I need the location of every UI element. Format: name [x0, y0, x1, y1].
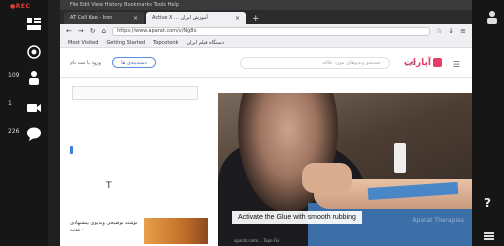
download-icon[interactable]: ↓: [448, 27, 454, 35]
video-caption: Activate the Glue with smooth rubbing: [232, 211, 362, 224]
tab-strip: AT Cell Kee - Iron × Active X ... آموزش …: [60, 10, 472, 24]
suggested-video-thumbnail[interactable]: [144, 218, 208, 244]
participants-count: 109: [8, 72, 20, 79]
browser-window: File Edit View History Bookmarks Tools H…: [60, 0, 472, 246]
bookmarks-bar: Most Visited Getting Started Topcotonk د…: [60, 38, 472, 48]
new-tab-button[interactable]: +: [248, 14, 264, 24]
bookmark-star-icon[interactable]: ☆: [436, 27, 442, 35]
grid-icon[interactable]: [484, 232, 494, 240]
search-input[interactable]: جستجو ویدیوهای مورد علاقه: [240, 57, 390, 69]
category-button[interactable]: دسته‌بندی ها: [112, 57, 156, 68]
tab-1-label: AT Cell Kee - Iron: [70, 15, 113, 21]
video-bottle: [394, 143, 406, 173]
participants-icon[interactable]: [26, 70, 42, 86]
back-icon[interactable]: ←: [66, 27, 72, 35]
logo-icon: [433, 58, 442, 67]
user-icon[interactable]: [486, 10, 498, 24]
layout-icon[interactable]: [26, 16, 42, 32]
help-icon[interactable]: ?: [484, 196, 491, 210]
video-player[interactable]: Activate the Glue with smooth rubbing Ap…: [218, 93, 472, 246]
search-placeholder: جستجو ویدیوهای مورد علاقه: [321, 60, 381, 66]
bookmark-item[interactable]: Most Visited: [68, 40, 98, 46]
video-count: 1: [8, 100, 12, 107]
text-cursor-glyph: T: [106, 181, 112, 191]
close-icon[interactable]: ×: [235, 15, 240, 22]
url-text: https://www.aparat.com/v/Ng8o: [117, 28, 197, 34]
home-icon[interactable]: ⌂: [102, 27, 106, 35]
video-hands: [302, 163, 352, 193]
video-watermark: Aparat Therapies: [412, 217, 464, 224]
scroll-marker: [70, 146, 73, 154]
tab-2-label: Active X ... آموزش ایران: [152, 15, 208, 21]
settings-icon[interactable]: [26, 44, 42, 60]
bookmark-item[interactable]: Topcotonk: [153, 40, 178, 46]
hamburger-icon[interactable]: ☰: [453, 60, 460, 69]
suggested-video-title[interactable]: نوشته توضیحی ویدیوی پیشنهادی · مدت: [70, 220, 140, 234]
site-header: ☰ آپارات کاربر جستجو ویدیوهای مورد علاقه…: [60, 48, 472, 78]
sidebar-box: [72, 86, 198, 100]
right-panel: ?: [472, 0, 504, 246]
camera-icon[interactable]: [26, 100, 42, 116]
bookmark-item[interactable]: Getting Started: [106, 40, 145, 46]
url-bar[interactable]: https://www.aparat.com/v/Ng8o: [112, 26, 430, 36]
bookmark-item[interactable]: دستگاه فیلم ایران: [186, 40, 224, 46]
reload-icon[interactable]: ↻: [90, 27, 96, 35]
chat-count: 226: [8, 128, 20, 135]
header-link[interactable]: کاربر: [406, 61, 416, 67]
screen: ●REC 109 1 226 File Edit View History Bo…: [0, 0, 504, 246]
close-icon[interactable]: ×: [133, 15, 138, 22]
rec-indicator: ●REC: [10, 3, 31, 10]
chat-icon[interactable]: [26, 126, 42, 142]
tab-2[interactable]: Active X ... آموزش ایران ×: [146, 12, 246, 24]
video-source-label: aparat.com/... Tape Fix: [234, 238, 280, 243]
left-toolbar: ●REC 109 1 226: [0, 0, 48, 246]
menu-bar[interactable]: File Edit View History Bookmarks Tools H…: [60, 0, 472, 10]
menu-icon[interactable]: ≡: [460, 27, 466, 35]
tab-1[interactable]: AT Cell Kee - Iron ×: [64, 12, 144, 24]
login-link[interactable]: ورود یا ثبت نام: [70, 60, 101, 66]
forward-icon[interactable]: →: [78, 27, 84, 35]
web-page: ☰ آپارات کاربر جستجو ویدیوهای مورد علاقه…: [60, 48, 472, 246]
nav-bar: ← → ↻ ⌂ https://www.aparat.com/v/Ng8o ☆ …: [60, 24, 472, 38]
video-table: [308, 203, 472, 246]
